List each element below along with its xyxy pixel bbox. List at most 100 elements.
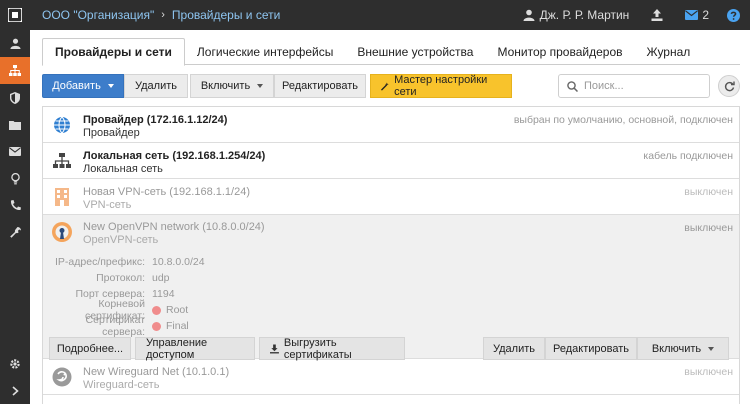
caret-down-icon — [708, 346, 715, 351]
item-actions: Подробнее... Управление доступом Выгрузи… — [49, 336, 729, 361]
user-icon — [523, 9, 535, 21]
item-delete-button[interactable]: Удалить — [483, 337, 545, 360]
enable-button-label: Включить — [200, 80, 251, 92]
search-box — [558, 74, 710, 98]
help-button[interactable] — [727, 8, 740, 22]
export-certs-button[interactable]: Выгрузить сертификаты — [259, 337, 405, 361]
item-enable-label: Включить — [651, 342, 702, 355]
access-control-button[interactable]: Управление доступом — [135, 336, 255, 361]
caret-down-icon — [257, 84, 264, 88]
top-bar: ООО "Организация" › Провайдеры и сети Дж… — [0, 0, 750, 30]
network-wizard-button[interactable]: Мастер настройки сети — [370, 74, 512, 98]
enable-button[interactable]: Включить — [190, 74, 274, 98]
gear-icon — [10, 358, 20, 369]
tab-provider-monitor[interactable]: Монитор провайдеров — [485, 38, 634, 65]
openvpn-icon — [52, 222, 72, 242]
item-edit-button[interactable]: Редактировать — [545, 337, 637, 360]
shield-icon — [10, 91, 20, 104]
sidebar — [0, 30, 30, 404]
mail-icon — [685, 10, 699, 20]
item-status: выключен — [684, 366, 733, 378]
sidebar-item-security[interactable] — [0, 84, 30, 111]
folder-icon — [9, 120, 21, 130]
bulb-icon — [10, 172, 20, 184]
detail-row: Корневой сертификат: Root — [51, 298, 739, 322]
breadcrumb-current[interactable]: Провайдеры и сети — [172, 8, 280, 22]
upload-icon — [651, 9, 663, 21]
item-title: Провайдер (172.16.1.12/24) — [83, 114, 228, 126]
user-name: Дж. Р. Р. Мартин — [539, 8, 630, 22]
breadcrumb-separator: › — [161, 9, 165, 21]
more-button[interactable]: Подробнее... — [49, 337, 131, 360]
sidebar-item-mail[interactable] — [0, 138, 30, 165]
tab-providers[interactable]: Провайдеры и сети — [42, 38, 185, 66]
messages-button[interactable]: 2 — [685, 8, 709, 22]
item-status: выбран по умолчанию, основной, подключен — [513, 114, 733, 126]
edit-button-label: Редактировать — [282, 80, 358, 92]
wireguard-icon — [52, 367, 72, 387]
tab-logical-interfaces[interactable]: Логические интерфейсы — [185, 38, 345, 65]
app-logo[interactable] — [0, 0, 30, 30]
detail-row: Сертификат сервера: Final — [51, 314, 739, 338]
item-enable-button[interactable]: Включить — [637, 337, 729, 360]
sidebar-item-tools[interactable] — [0, 219, 30, 246]
list-item[interactable]: Локальная сеть (192.168.1.254/24) Локаль… — [43, 143, 739, 179]
sidebar-item-settings[interactable] — [0, 350, 30, 377]
network-icon — [53, 153, 71, 168]
add-button-label: Добавить — [52, 80, 101, 92]
detail-row: Протокол: udp — [51, 270, 739, 286]
sidebar-item-files[interactable] — [0, 111, 30, 138]
list-item[interactable]: Провайдер (172.16.1.12/24) Провайдер выб… — [43, 107, 739, 143]
detail-value: 1194 — [152, 288, 175, 300]
item-subtitle: VPN-сеть — [83, 199, 132, 211]
item-status: кабель подключен — [643, 150, 733, 162]
edit-button[interactable]: Редактировать — [274, 74, 366, 98]
breadcrumb-org[interactable]: ООО "Организация" — [42, 8, 154, 22]
refresh-icon — [724, 81, 735, 91]
detail-key: IP-адрес/префикс: — [55, 256, 145, 268]
user-icon — [9, 38, 21, 49]
delete-button[interactable]: Удалить — [124, 74, 188, 98]
sidebar-item-users[interactable] — [0, 30, 30, 57]
detail-row: IP-адрес/префикс: 10.8.0.0/24 — [51, 254, 739, 270]
magic-wand-icon — [381, 81, 389, 91]
detail-row: Порт сервера: 1194 — [51, 286, 739, 302]
item-status: выключен — [684, 222, 733, 234]
building-icon — [55, 188, 69, 206]
upload-button[interactable] — [651, 9, 663, 21]
sidebar-expand-button[interactable] — [0, 377, 30, 404]
network-wizard-label: Мастер настройки сети — [394, 74, 488, 98]
user-menu[interactable]: Дж. Р. Р. Мартин — [523, 8, 630, 22]
download-icon — [270, 344, 279, 353]
item-delete-label: Удалить — [493, 342, 535, 355]
network-icon — [9, 65, 21, 76]
phone-icon — [10, 200, 21, 211]
access-control-label: Управление доступом — [146, 336, 208, 361]
messages-count: 2 — [702, 8, 709, 22]
detail-value[interactable]: Root — [166, 304, 188, 316]
help-icon — [727, 8, 740, 22]
detail-value[interactable]: Final — [166, 320, 189, 332]
list-item[interactable]: New Wireguard Net (10.1.0.1) Wireguard-с… — [43, 359, 739, 395]
tab-log[interactable]: Журнал — [635, 38, 703, 65]
wrench-icon — [9, 227, 21, 238]
item-title: New Wireguard Net (10.1.0.1) — [83, 366, 230, 378]
detail-value: 10.8.0.0/24 — [152, 256, 205, 268]
sidebar-item-phone[interactable] — [0, 192, 30, 219]
item-subtitle: Wireguard-сеть — [83, 379, 160, 391]
refresh-button[interactable] — [718, 75, 740, 97]
item-subtitle: Локальная сеть — [83, 163, 163, 175]
sidebar-item-ideas[interactable] — [0, 165, 30, 192]
add-button[interactable]: Добавить — [42, 74, 124, 98]
sidebar-item-network[interactable] — [0, 57, 30, 84]
search-icon — [567, 80, 578, 92]
network-list: Провайдер (172.16.1.12/24) Провайдер выб… — [42, 106, 740, 404]
tab-external-devices[interactable]: Внешние устройства — [345, 38, 485, 65]
list-item[interactable]: Новая VPN-сеть (192.168.1.1/24) VPN-сеть… — [43, 179, 739, 215]
cert-status-dot — [152, 305, 161, 315]
search-input[interactable] — [584, 80, 704, 92]
item-edit-label: Редактировать — [553, 342, 629, 355]
details-list: IP-адрес/префикс: 10.8.0.0/24 Протокол: … — [51, 254, 739, 338]
item-title: Новая VPN-сеть (192.168.1.1/24) — [83, 186, 250, 198]
item-title: Локальная сеть (192.168.1.254/24) — [83, 150, 266, 162]
